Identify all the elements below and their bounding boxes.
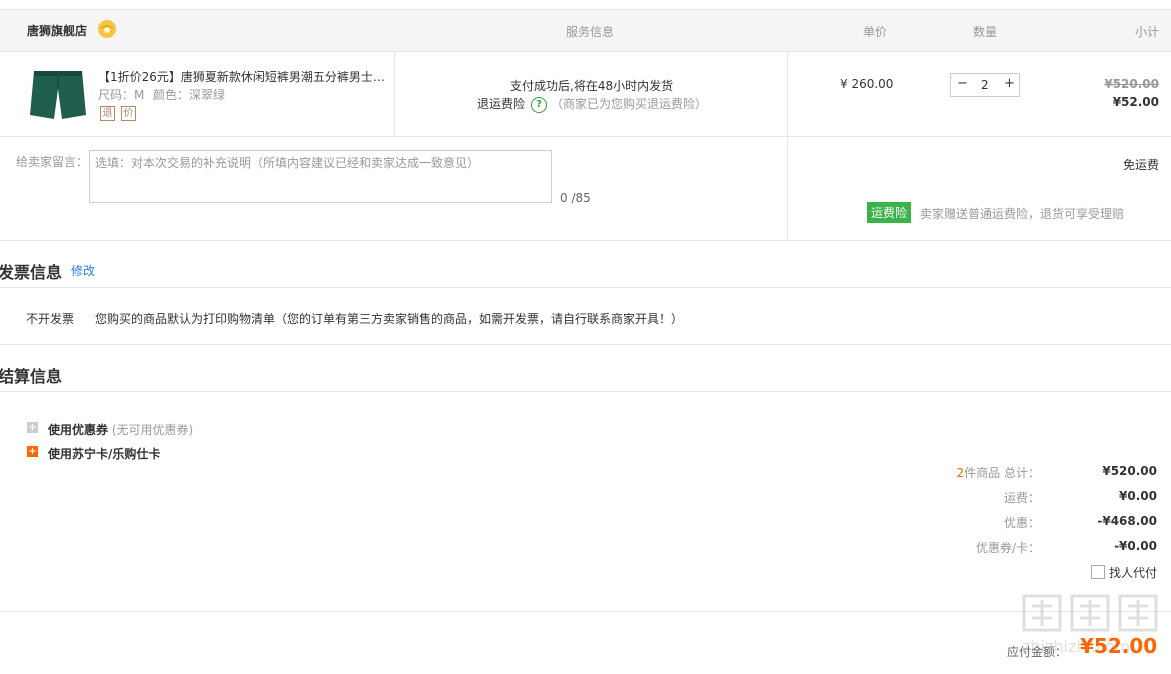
order-table-header: 唐狮旗舰店 服务信息 单价 数量 小计 <box>0 9 1171 52</box>
quantity-stepper: − 2 + <box>950 73 1020 97</box>
divider <box>0 391 1171 392</box>
insurance-row: 退运费险? （商家已为您购买退运费险） <box>477 95 707 113</box>
subtotal: ¥52.00 <box>1112 95 1159 109</box>
divider <box>0 240 1171 241</box>
return-tag-icon: 退 <box>100 106 115 121</box>
watermark-logo: zhizhizhi.com <box>1022 594 1158 656</box>
help-icon[interactable]: ? <box>531 96 548 113</box>
freight-label: 运费： <box>1003 491 1040 505</box>
card-expand-icon[interactable]: + <box>27 446 38 457</box>
message-label: 给卖家留言： <box>16 155 89 169</box>
coupon-card-label: 优惠券/卡： <box>975 541 1040 555</box>
coupon-note: (无可用优惠券) <box>111 423 194 437</box>
invoice-title: 发票信息 <box>0 263 63 282</box>
divider <box>787 51 788 240</box>
discount-value: -¥468.00 <box>1097 514 1157 528</box>
insurance-desc: （商家已为您购买退运费险） <box>551 97 708 111</box>
qty-plus-button[interactable]: + <box>1004 76 1015 91</box>
invoice-edit-link[interactable]: 修改 <box>71 262 95 279</box>
divider <box>0 287 1171 288</box>
store-name[interactable]: 唐狮旗舰店 <box>27 22 87 39</box>
product-image[interactable] <box>28 65 88 125</box>
divider <box>0 611 1171 612</box>
shipping-note: 支付成功后,将在48小时内发货 <box>510 79 674 93</box>
divider <box>394 51 395 136</box>
header-unit-price: 单价 <box>863 25 888 39</box>
product-size: 尺码：M <box>98 88 145 102</box>
freight-insurance-desc: 卖家赠送普通运费险，退货可享受理赔 <box>920 207 1125 221</box>
discount-label: 优惠： <box>1003 516 1040 530</box>
invoice-desc: 您购买的商品默认为打印购物清单（您的订单有第三方卖家销售的商品，如需开发票，请自… <box>95 312 684 326</box>
header-service: 服务信息 <box>566 25 615 39</box>
message-counter: 0 /85 <box>560 191 591 205</box>
divider <box>0 344 1171 345</box>
store-badge-icon <box>98 20 116 38</box>
seller-message-placeholder: 选填：对本次交易的补充说明（所填内容建议已经和卖家达成一致意见） <box>95 156 480 170</box>
items-total: ¥520.00 <box>1102 464 1157 478</box>
coupon-row[interactable]: 使用优惠券 (无可用优惠券) <box>48 421 193 438</box>
coupon-expand-icon[interactable]: + <box>27 422 38 433</box>
suning-card-label[interactable]: 使用苏宁卡/乐购仕卡 <box>48 445 160 462</box>
coupon-label: 使用优惠券 <box>48 423 109 437</box>
pay-for-me-label[interactable]: 找人代付 <box>1109 564 1157 581</box>
seller-message-input[interactable]: 选填：对本次交易的补充说明（所填内容建议已经和卖家达成一致意见） <box>89 150 552 203</box>
freight-insurance-badge: 运费险 <box>867 202 912 223</box>
svg-text:zhizhizhi.com: zhizhizhi.com <box>1022 637 1130 656</box>
insurance-label: 退运费险 <box>477 97 526 111</box>
settlement-title: 结算信息 <box>0 367 63 386</box>
price-tag-icon: 价 <box>121 106 136 121</box>
freight-value: ¥0.00 <box>1119 489 1157 503</box>
coupon-card-value: -¥0.00 <box>1114 539 1157 553</box>
product-tags: 退价 <box>100 105 142 121</box>
invoice-type: 不开发票 <box>26 312 75 326</box>
pay-for-me-checkbox[interactable] <box>1091 565 1105 579</box>
items-summary-label: 2件商品 总计： <box>956 466 1040 480</box>
qty-minus-button[interactable]: − <box>957 76 968 91</box>
product-color: 颜色：深翠绿 <box>153 88 226 102</box>
product-title[interactable]: 【1折价26元】唐狮夏新款休闲短裤男潮五分裤男士… <box>98 68 385 85</box>
header-quantity: 数量 <box>973 25 998 39</box>
qty-value[interactable]: 2 <box>981 78 989 92</box>
unit-price: ¥ 260.00 <box>840 77 894 91</box>
header-subtotal: 小计 <box>1135 25 1160 39</box>
free-shipping-label: 免运费 <box>1122 158 1159 172</box>
original-subtotal: ¥520.00 <box>1104 77 1159 91</box>
divider <box>0 136 1171 137</box>
